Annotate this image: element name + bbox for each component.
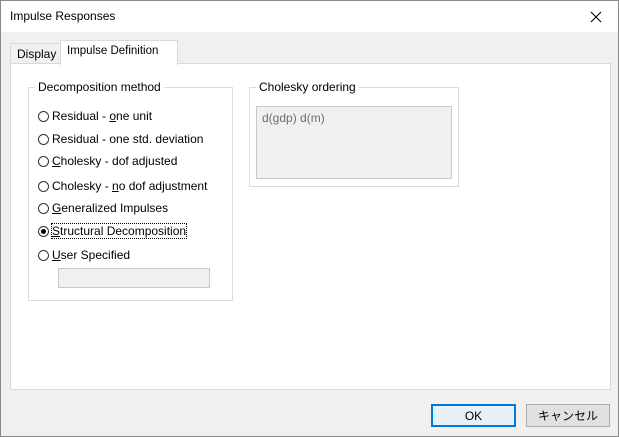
radio-residual-one-std-deviation[interactable]: Residual - one std. deviation xyxy=(38,131,203,147)
radio-label: Generalized Impulses xyxy=(52,201,169,215)
impulse-responses-dialog: Impulse Responses Display Impulse Defini… xyxy=(0,0,619,437)
radio-label: Cholesky - dof adjusted xyxy=(52,154,178,168)
radio-button[interactable] xyxy=(38,180,49,192)
radio-cholesky-dof-adjusted[interactable]: Cholesky - dof adjusted xyxy=(38,153,177,169)
user-specified-input[interactable] xyxy=(58,268,210,288)
tab-display[interactable]: Display xyxy=(10,43,61,63)
radio-cholesky-no-dof-adjustment[interactable]: Cholesky - no dof adjustment xyxy=(38,178,207,194)
radio-button[interactable] xyxy=(38,110,49,122)
decomposition-method-legend: Decomposition method xyxy=(35,80,164,94)
ok-button[interactable]: OK xyxy=(431,404,516,427)
title-bar: Impulse Responses xyxy=(1,1,618,32)
cholesky-ordering-legend: Cholesky ordering xyxy=(256,80,359,94)
radio-label: User Specified xyxy=(52,248,131,262)
cholesky-ordering-group: Cholesky ordering d(gdp) d(m) xyxy=(249,80,459,187)
radio-label: Structural Decomposition xyxy=(50,223,188,239)
radio-user-specified[interactable]: User Specified xyxy=(38,247,130,263)
radio-generalized-impulses[interactable]: Generalized Impulses xyxy=(38,200,168,216)
radio-button[interactable] xyxy=(38,133,49,145)
window-title: Impulse Responses xyxy=(10,9,116,23)
close-button[interactable] xyxy=(574,1,618,32)
radio-structural-decomposition[interactable]: Structural Decomposition xyxy=(38,223,188,239)
decomposition-method-group: Decomposition method Residual - one unit… xyxy=(28,80,233,301)
cholesky-ordering-field[interactable]: d(gdp) d(m) xyxy=(256,106,452,179)
radio-label: Residual - one std. deviation xyxy=(52,132,204,146)
close-icon xyxy=(590,11,602,22)
radio-residual-one-unit[interactable]: Residual - one unit xyxy=(38,108,152,124)
radio-button[interactable] xyxy=(38,249,49,261)
cancel-button[interactable]: キャンセル xyxy=(526,404,610,427)
radio-label: Residual - one unit xyxy=(52,109,153,123)
tab-impulse-definition[interactable]: Impulse Definition xyxy=(60,40,178,65)
radio-button[interactable] xyxy=(38,155,49,167)
impulse-definition-panel: Decomposition method Residual - one unit… xyxy=(10,63,611,390)
radio-button-selected[interactable] xyxy=(38,225,49,237)
radio-label: Cholesky - no dof adjustment xyxy=(52,179,208,193)
radio-button[interactable] xyxy=(38,202,49,214)
